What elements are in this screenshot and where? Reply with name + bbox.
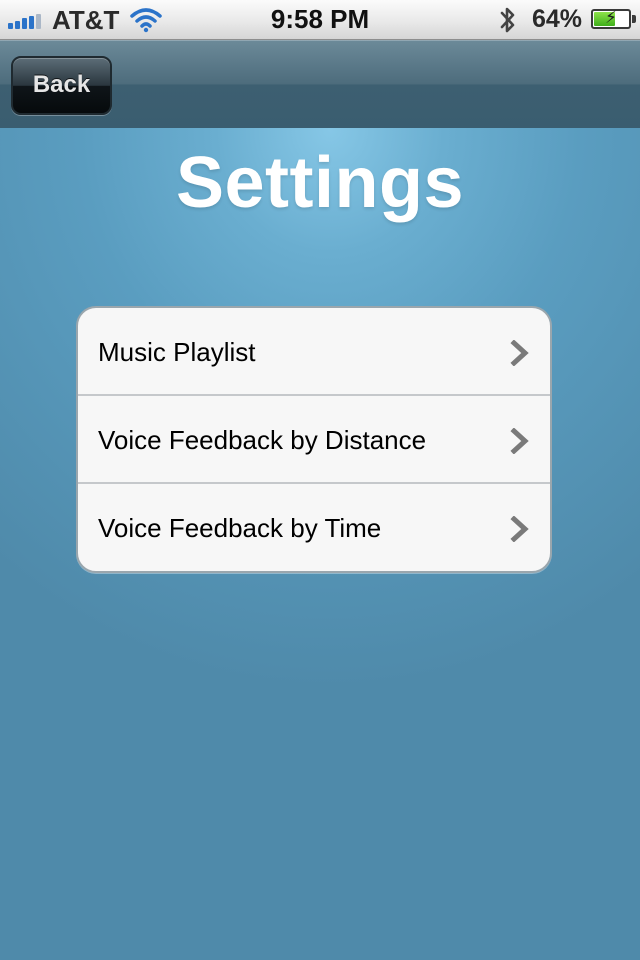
battery-percent: 64%	[532, 5, 583, 33]
navigation-bar: Back	[0, 40, 640, 128]
status-bar: AT&T 9:58 PM 64% ⚡	[0, 0, 640, 40]
battery-charging-icon: ⚡	[591, 8, 631, 29]
settings-row-voice-feedback-time[interactable]: Voice Feedback by Time	[78, 484, 550, 571]
settings-row-music-playlist[interactable]: Music Playlist	[78, 308, 550, 396]
chevron-right-icon	[510, 340, 529, 366]
page-title: Settings	[175, 143, 465, 223]
back-button[interactable]: Back	[11, 56, 112, 115]
chevron-right-icon	[510, 428, 529, 454]
row-label: Voice Feedback by Time	[98, 513, 382, 543]
row-label: Music Playlist	[98, 337, 256, 367]
bluetooth-icon	[500, 7, 515, 33]
settings-row-voice-feedback-distance[interactable]: Voice Feedback by Distance	[78, 396, 550, 484]
row-label: Voice Feedback by Distance	[98, 425, 427, 455]
settings-list: Music Playlist Voice Feedback by Distanc…	[76, 306, 552, 573]
chevron-right-icon	[510, 516, 529, 542]
